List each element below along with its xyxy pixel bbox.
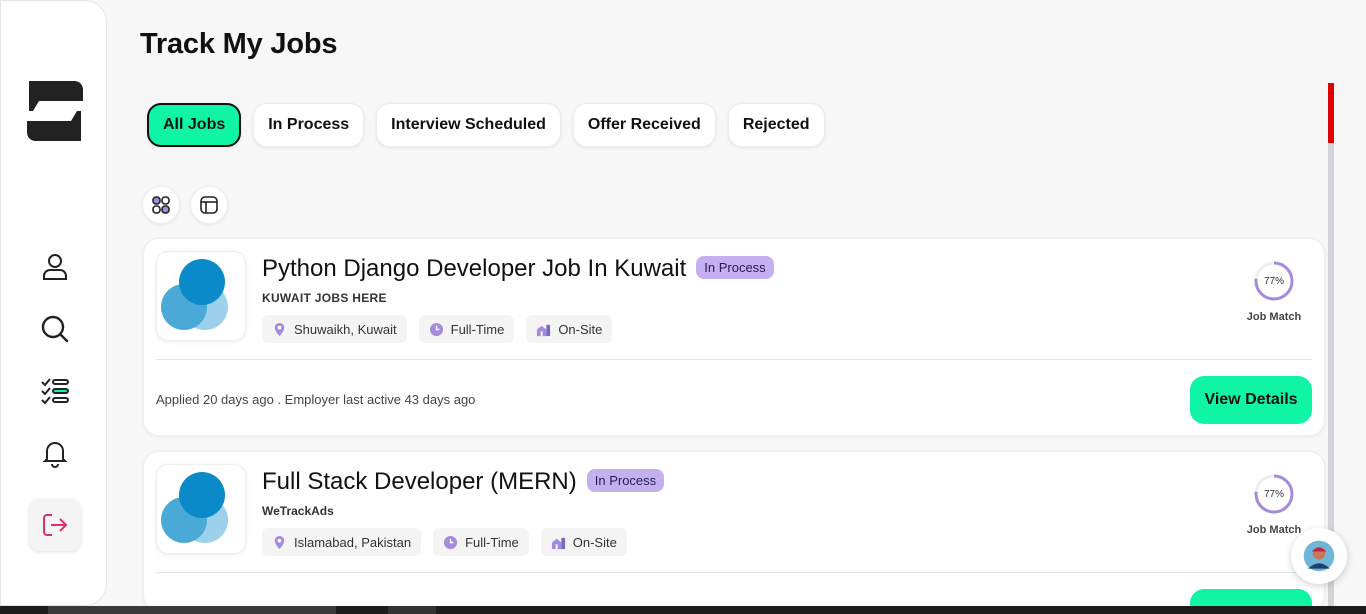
checklist-icon[interactable] bbox=[29, 365, 81, 417]
location-chip: Islamabad, Pakistan bbox=[262, 528, 422, 556]
job-title[interactable]: Full Stack Developer (MERN) bbox=[262, 468, 577, 495]
job-title[interactable]: Python Django Developer Job In Kuwait bbox=[262, 255, 686, 282]
grid-icon bbox=[152, 196, 170, 214]
job-type-chip: Full-Time bbox=[433, 528, 529, 556]
location-pin-icon bbox=[274, 322, 285, 336]
job-type-chip: Full-Time bbox=[418, 315, 515, 343]
location-pin-icon bbox=[274, 535, 285, 549]
status-badge: In Process bbox=[696, 256, 774, 279]
clock-icon bbox=[429, 322, 443, 336]
clock-icon bbox=[444, 535, 458, 549]
job-match: 77% Job Match bbox=[1234, 472, 1314, 536]
grid-view-button[interactable] bbox=[142, 186, 180, 224]
tab-in-process[interactable]: In Process bbox=[253, 103, 365, 147]
status-badge: In Process bbox=[586, 469, 665, 492]
scrollbar-track[interactable] bbox=[1328, 83, 1334, 606]
avatar-icon bbox=[1303, 540, 1335, 572]
company-name: KUWAIT JOBS HERE bbox=[262, 291, 387, 305]
tab-all-jobs[interactable]: All Jobs bbox=[147, 103, 242, 147]
scrollbar-thumb[interactable] bbox=[1328, 83, 1334, 143]
divider bbox=[156, 359, 1312, 360]
taskbar-app[interactable] bbox=[48, 606, 336, 614]
divider bbox=[156, 572, 1312, 573]
taskbar-app[interactable] bbox=[388, 606, 436, 614]
search-icon[interactable] bbox=[29, 303, 81, 355]
building-icon bbox=[537, 324, 551, 336]
chat-assistant-button[interactable] bbox=[1291, 528, 1347, 584]
company-name: WeTrackAds bbox=[262, 504, 334, 518]
location-chip: Shuwaikh, Kuwait bbox=[262, 315, 407, 343]
tab-interview-scheduled[interactable]: Interview Scheduled bbox=[376, 103, 561, 147]
table-icon bbox=[200, 196, 218, 214]
applied-status-text: Applied 20 days ago . Employer last acti… bbox=[156, 392, 476, 407]
profile-icon[interactable] bbox=[29, 241, 81, 293]
job-match: 77% Job Match bbox=[1234, 259, 1314, 323]
taskbar bbox=[0, 606, 1366, 614]
app-logo[interactable] bbox=[25, 79, 85, 143]
table-view-button[interactable] bbox=[190, 186, 228, 224]
company-logo bbox=[156, 251, 246, 341]
match-label: Job Match bbox=[1246, 311, 1302, 323]
sidebar bbox=[0, 0, 107, 606]
company-logo bbox=[156, 464, 246, 554]
bell-icon[interactable] bbox=[29, 427, 81, 479]
page-title: Track My Jobs bbox=[140, 28, 338, 60]
view-details-button[interactable]: View Details bbox=[1190, 376, 1312, 424]
status-tabs: All Jobs In Process Interview Scheduled … bbox=[147, 103, 825, 147]
match-percent: 77% bbox=[1263, 275, 1284, 287]
workplace-chip: On-Site bbox=[526, 315, 613, 343]
match-percent: 77% bbox=[1263, 488, 1284, 500]
tab-offer-received[interactable]: Offer Received bbox=[572, 103, 716, 147]
logout-icon bbox=[43, 514, 68, 536]
building-icon bbox=[551, 537, 565, 549]
tab-rejected[interactable]: Rejected bbox=[727, 103, 825, 147]
workplace-chip: On-Site bbox=[540, 528, 627, 556]
logout-button[interactable] bbox=[29, 499, 81, 551]
job-card: Full Stack Developer (MERN) In Process We… bbox=[143, 451, 1325, 614]
job-card: Python Django Developer Job In Kuwait In … bbox=[143, 238, 1325, 436]
